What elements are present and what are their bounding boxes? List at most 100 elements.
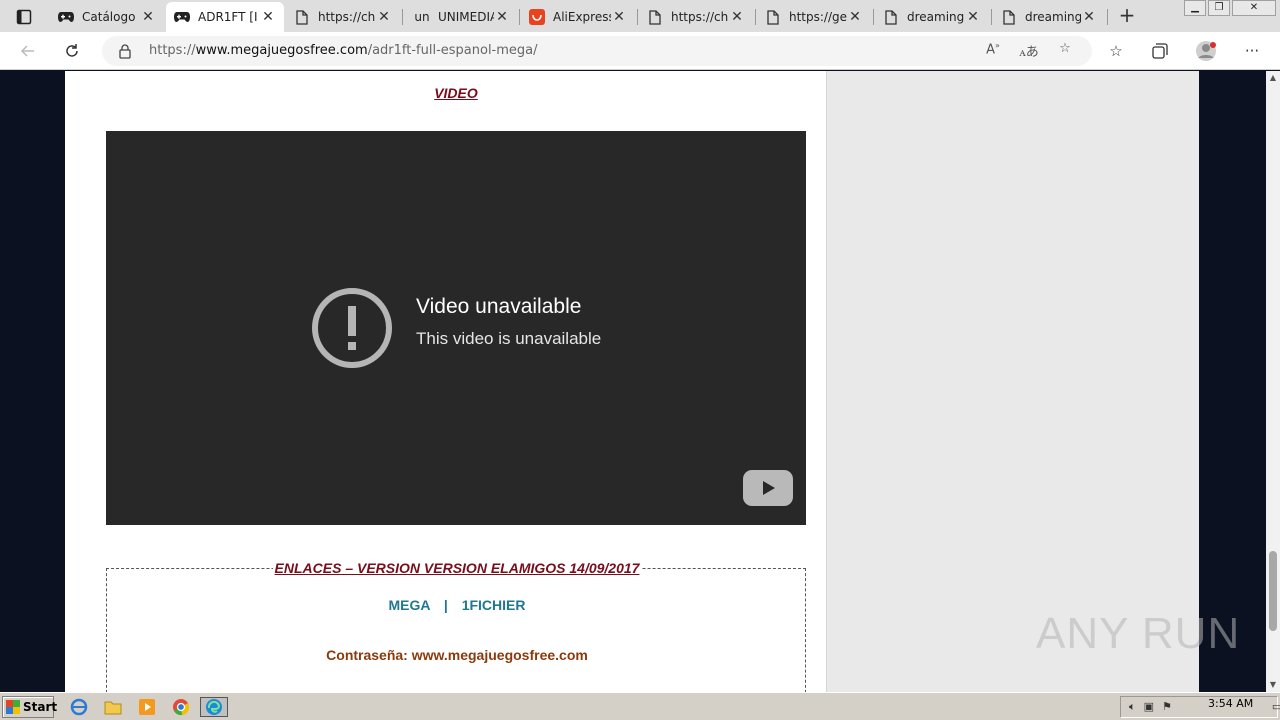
video-error-subtitle: This video is unavailable (416, 329, 602, 348)
tab-title: AliExpress (553, 10, 611, 24)
tab-aliexpress[interactable]: AliExpress ✕ (521, 2, 635, 32)
close-icon[interactable]: ✕ (729, 9, 745, 25)
aliexpress-icon (529, 9, 545, 25)
tab-separator (1107, 9, 1108, 25)
close-window-button[interactable]: ✕ (1232, 0, 1276, 16)
scroll-down-icon[interactable]: ▼ (1266, 678, 1280, 692)
video-player[interactable]: Video unavailable This video is unavaila… (106, 131, 806, 525)
scroll-thumb[interactable] (1269, 551, 1277, 631)
chrome-taskbar-icon[interactable] (170, 697, 192, 717)
minimize-button[interactable]: ▁ (1184, 0, 1206, 16)
volume-icon[interactable]: 🔈︎ (1129, 700, 1136, 714)
profile-button[interactable] (1194, 39, 1218, 63)
un-icon: un (412, 9, 432, 25)
download-links-box: ENLACES – VERSION VERSION ELAMIGOS 14/09… (106, 560, 807, 692)
close-icon[interactable]: ✕ (494, 9, 510, 25)
close-icon[interactable]: ✕ (140, 9, 156, 25)
tab-https-ch-2[interactable]: https://ch ✕ (639, 2, 753, 32)
tab-https-ge[interactable]: https://ge ✕ (757, 2, 871, 32)
tab-title: https://ch (671, 10, 729, 24)
system-tray: 🔈︎ ▣ ⚑ ▭ (1120, 696, 1280, 718)
1fichier-link[interactable]: 1FICHIER (462, 597, 526, 613)
restore-button[interactable]: ❐ (1208, 0, 1230, 16)
taskbar: Start 🔈︎ ▣ ⚑ ▭ 3:54 AM (0, 692, 1280, 720)
youtube-logo-icon[interactable] (743, 470, 793, 506)
tab-title: ADR1FT [I (198, 10, 258, 24)
close-icon[interactable]: ✕ (260, 9, 276, 25)
folder-taskbar-icon[interactable] (102, 697, 124, 717)
close-icon[interactable]: ✕ (847, 9, 863, 25)
scroll-up-icon[interactable]: ▲ (1266, 71, 1280, 85)
password-text: Contraseña: www.megajuegosfree.com (326, 647, 588, 663)
close-icon[interactable]: ✕ (376, 9, 392, 25)
clock[interactable]: 3:54 AM (1208, 697, 1253, 710)
navigation-bar: https://www.megajuegosfree.com/adr1ft-fu… (0, 32, 1280, 70)
minimize-icon: ▁ (1191, 2, 1199, 13)
tab-title: Catálogo (82, 10, 136, 24)
tab-actions-button[interactable] (8, 6, 40, 28)
address-bar[interactable]: https://www.megajuegosfree.com/adr1ft-fu… (102, 36, 1092, 66)
url-path: /adr1ft-full-espanol-mega/ (367, 43, 538, 58)
favorites-button[interactable]: ☆ (1104, 39, 1128, 63)
un-icon-text: un (414, 10, 430, 24)
tab-separator (637, 9, 638, 25)
collections-button[interactable] (1148, 39, 1172, 63)
anyrun-watermark: ANY RUN (1036, 609, 1241, 658)
video-error-title: Video unavailable (416, 295, 582, 318)
flag-icon[interactable]: ⚑ (1162, 700, 1172, 714)
content-divider (826, 71, 827, 692)
ie-taskbar-icon[interactable] (68, 697, 90, 717)
lock-icon[interactable] (118, 43, 132, 62)
tab-dreaming[interactable]: dreaming ✕ (875, 2, 989, 32)
tab-https-ch[interactable]: https://ch ✕ (286, 2, 400, 32)
gamepad-icon (174, 9, 190, 25)
video-heading: VIDEO (434, 85, 478, 101)
page-icon (294, 9, 310, 25)
mega-link[interactable]: MEGA (389, 597, 430, 613)
translate-icon[interactable]: ꭺあ (1018, 41, 1040, 61)
url-text[interactable]: https://www.megajuegosfree.com/adr1ft-fu… (149, 43, 538, 58)
warning-icon (312, 288, 392, 368)
links-row: MEGA | 1FICHIER (107, 597, 807, 613)
tab-catalogo[interactable]: Catálogo ✕ (50, 2, 164, 32)
new-tab-button[interactable]: + (1115, 4, 1139, 28)
show-desktop-icon[interactable]: ▭ (1272, 700, 1280, 714)
page-icon (647, 9, 663, 25)
tab-separator (991, 9, 992, 25)
tab-strip: Catálogo ✕ ADR1FT [I ✕ https://ch ✕ un U… (0, 0, 1280, 32)
page-icon (765, 9, 781, 25)
back-button[interactable] (16, 39, 40, 63)
reload-icon (66, 44, 78, 57)
tab-separator (755, 9, 756, 25)
read-aloud-icon[interactable]: A» (982, 41, 1004, 61)
url-prefix: https:// (149, 43, 196, 58)
links-heading: ENLACES – VERSION VERSION ELAMIGOS 14/09… (272, 560, 642, 576)
close-icon[interactable]: ✕ (1081, 9, 1097, 25)
tab-unimedia[interactable]: un UNIMEDIA ✕ (404, 2, 518, 32)
media-player-taskbar-icon[interactable] (136, 697, 158, 717)
close-icon[interactable]: ✕ (611, 9, 627, 25)
page-scrollbar[interactable]: ▲ ▼ (1266, 71, 1280, 692)
sidebar-area (827, 71, 1199, 692)
restore-icon: ❐ (1214, 2, 1224, 13)
collections-icon (1152, 43, 1168, 59)
tab-title: dreaming (1025, 10, 1081, 24)
tab-title: UNIMEDIA (438, 10, 494, 24)
links-heading-wrap: ENLACES – VERSION VERSION ELAMIGOS 14/09… (107, 560, 807, 576)
more-icon: ··· (1244, 42, 1260, 60)
windows-logo-icon (6, 700, 20, 714)
link-separator: | (443, 597, 448, 613)
start-button[interactable]: Start (2, 696, 57, 718)
more-menu-button[interactable]: ··· (1240, 39, 1264, 63)
tab-separator (873, 9, 874, 25)
tab-dreaming-2[interactable]: dreaming ✕ (993, 2, 1105, 32)
tab-adr1ft[interactable]: ADR1FT [I ✕ (166, 2, 284, 32)
page-icon (883, 9, 899, 25)
reload-button[interactable] (60, 39, 84, 63)
url-host: www.megajuegosfree.com (195, 43, 368, 58)
add-favorite-icon[interactable]: ☆ (1054, 41, 1076, 61)
network-icon[interactable]: ▣ (1144, 700, 1154, 714)
page-viewport: VIDEO Video unavailable This video is un… (0, 71, 1266, 692)
close-icon[interactable]: ✕ (965, 9, 981, 25)
edge-taskbar-icon[interactable] (200, 697, 228, 717)
